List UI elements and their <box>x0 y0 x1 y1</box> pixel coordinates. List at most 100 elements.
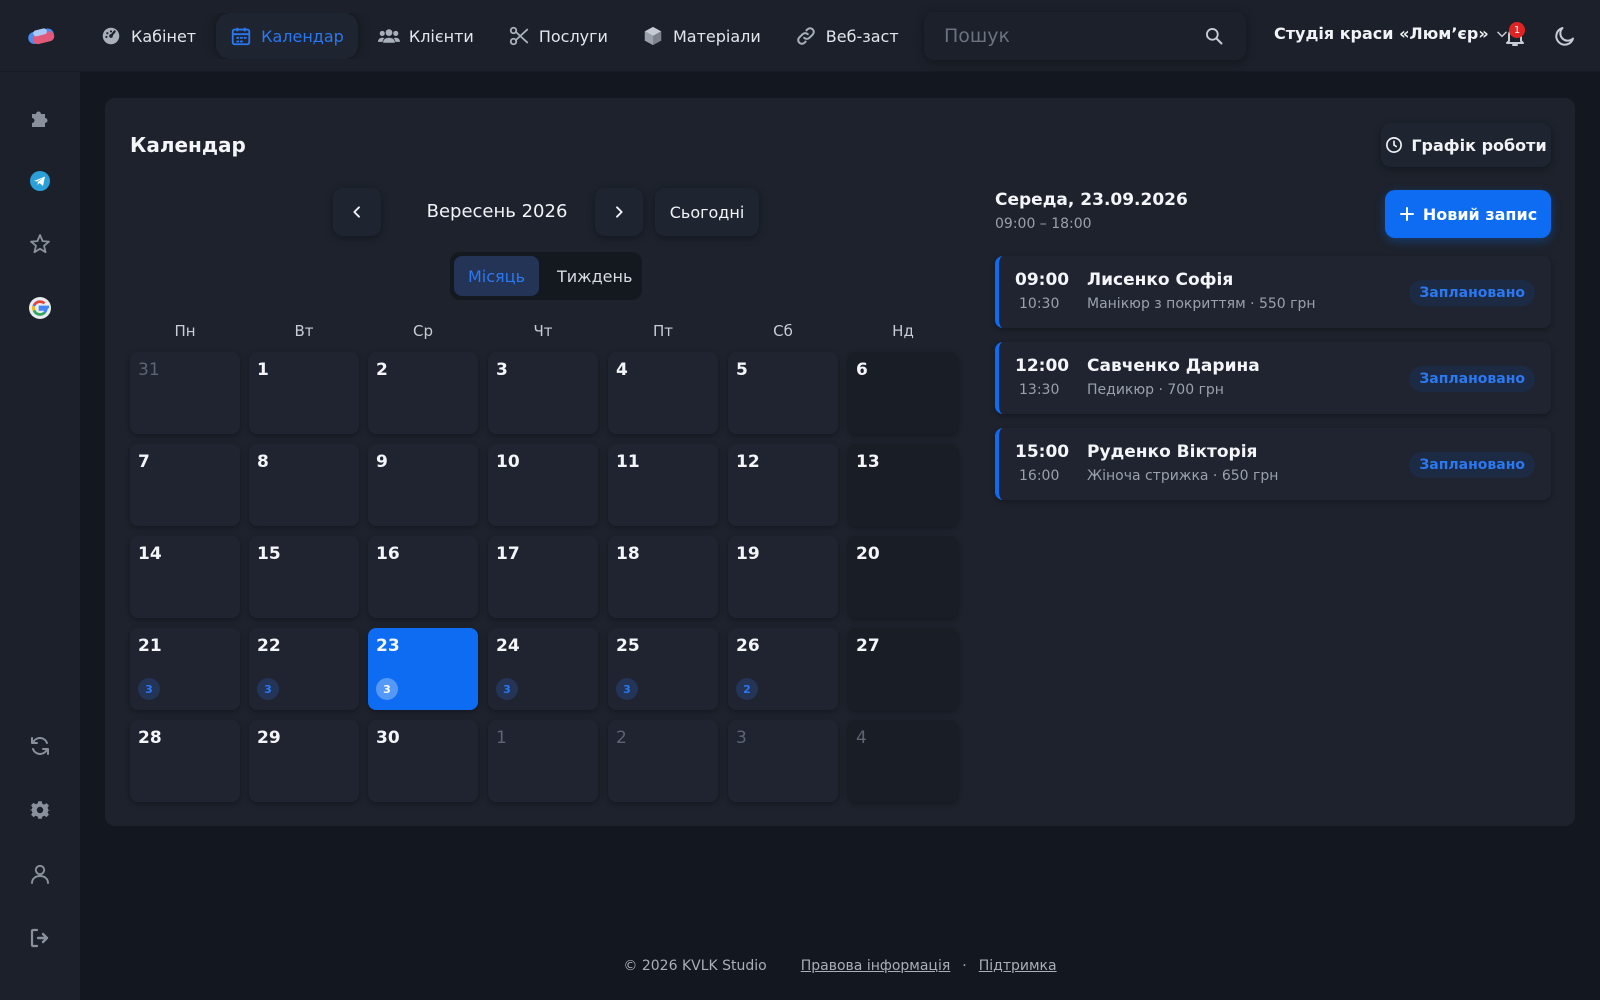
appointment-card[interactable]: 15:00 16:00 Руденко Вікторія Жіноча стрижка… <box>995 428 1551 500</box>
day-cell[interactable]: 26 2 <box>728 628 838 710</box>
day-cell[interactable]: 2 <box>608 720 718 802</box>
day-number: 11 <box>616 452 640 472</box>
day-cell[interactable]: 7 <box>130 444 240 526</box>
logout-icon[interactable] <box>28 926 52 950</box>
appointment-start-time: 12:00 <box>1015 356 1070 376</box>
star-icon[interactable] <box>28 232 52 256</box>
appointment-client-name: Лисенко Софія <box>1087 270 1234 290</box>
day-cell[interactable]: 28 <box>130 720 240 802</box>
day-cell[interactable]: 5 <box>728 352 838 434</box>
day-cell[interactable]: 18 <box>608 536 718 618</box>
plus-icon <box>1399 207 1414 221</box>
nav-item-services[interactable]: Послуги <box>494 13 622 59</box>
day-cell[interactable]: 19 <box>728 536 838 618</box>
nav-item-calendar[interactable]: Календар <box>216 13 358 59</box>
day-number: 16 <box>376 544 400 564</box>
telegram-icon[interactable] <box>28 169 52 193</box>
day-cell[interactable]: 9 <box>368 444 478 526</box>
appointment-count-badge: 3 <box>616 678 638 700</box>
nav-item-widget[interactable]: Веб-заст <box>781 13 913 59</box>
nav-label: Матеріали <box>672 26 761 46</box>
settings-icon[interactable] <box>28 798 52 822</box>
day-cell-selected[interactable]: 23 3 <box>368 628 478 710</box>
selected-day-hours: 09:00 – 18:00 <box>995 216 1092 232</box>
day-number: 28 <box>138 728 162 748</box>
day-number: 14 <box>138 544 162 564</box>
nav-item-clients[interactable]: Клієнти <box>364 13 488 59</box>
day-number: 17 <box>496 544 520 564</box>
day-cell[interactable]: 2 <box>368 352 478 434</box>
nav-item-materials[interactable]: Матеріали <box>628 13 775 59</box>
new-appointment-button[interactable]: Новий запис <box>1385 190 1551 238</box>
weekday-header: Пт <box>652 322 674 340</box>
day-number: 3 <box>496 360 508 380</box>
moon-icon[interactable] <box>1553 24 1577 48</box>
view-week-option[interactable]: Тиждень <box>543 256 646 296</box>
day-cell[interactable]: 10 <box>488 444 598 526</box>
day-number: 20 <box>856 544 880 564</box>
day-number: 12 <box>736 452 760 472</box>
google-icon[interactable] <box>28 296 52 320</box>
appointment-card[interactable]: 09:00 10:30 Лисенко Софія Манікюр з покритт… <box>995 256 1551 328</box>
day-cell[interactable]: 27 <box>848 628 958 710</box>
nav-item-dashboard[interactable]: Кабінет <box>86 13 210 59</box>
prev-month-button[interactable] <box>333 188 381 236</box>
day-cell[interactable]: 14 <box>130 536 240 618</box>
day-cell[interactable]: 4 <box>608 352 718 434</box>
weekday-header: Вт <box>294 322 314 340</box>
today-button[interactable]: Сьогодні <box>655 188 759 236</box>
appointment-client-name: Руденко Вікторія <box>1087 442 1258 462</box>
puzzle-icon[interactable] <box>28 106 52 130</box>
status-badge: Заплановано <box>1409 366 1535 392</box>
day-cell[interactable]: 3 <box>728 720 838 802</box>
app-logo[interactable] <box>26 24 58 48</box>
appointment-end-time: 13:30 <box>1019 382 1060 398</box>
day-cell[interactable]: 30 <box>368 720 478 802</box>
refresh-icon[interactable] <box>28 734 52 758</box>
day-cell[interactable]: 15 <box>249 536 359 618</box>
studio-selector[interactable]: Студія краси «Люм’єр» <box>1274 24 1509 43</box>
day-cell[interactable]: 4 <box>848 720 958 802</box>
day-cell[interactable]: 29 <box>249 720 359 802</box>
day-number: 26 <box>736 636 760 656</box>
day-cell[interactable]: 1 <box>249 352 359 434</box>
search-input[interactable] <box>924 25 1204 47</box>
day-cell[interactable]: 31 <box>130 352 240 434</box>
day-cell[interactable]: 12 <box>728 444 838 526</box>
day-number: 25 <box>616 636 640 656</box>
profile-icon[interactable] <box>28 862 52 886</box>
day-cell[interactable]: 25 3 <box>608 628 718 710</box>
selected-day-title: Середа, 23.09.2026 <box>995 190 1188 210</box>
day-cell[interactable]: 16 <box>368 536 478 618</box>
day-number: 30 <box>376 728 400 748</box>
day-cell[interactable]: 20 <box>848 536 958 618</box>
status-badge: Заплановано <box>1409 280 1535 306</box>
day-number: 2 <box>616 728 627 748</box>
day-cell[interactable]: 1 <box>488 720 598 802</box>
appointment-card[interactable]: 12:00 13:30 Савченко Дарина Педикюр · 700 г… <box>995 342 1551 414</box>
day-cell[interactable]: 24 3 <box>488 628 598 710</box>
day-number: 18 <box>616 544 640 564</box>
day-number: 4 <box>616 360 628 380</box>
legal-link[interactable]: Правова інформація <box>801 958 951 974</box>
appointment-end-time: 16:00 <box>1019 468 1060 484</box>
work-schedule-label: Графік роботи <box>1411 135 1547 155</box>
day-cell[interactable]: 22 3 <box>249 628 359 710</box>
day-cell[interactable]: 21 3 <box>130 628 240 710</box>
footer: © 2026 KVLK Studio Правова інформація · … <box>80 958 1600 974</box>
day-cell[interactable]: 13 <box>848 444 958 526</box>
day-cell[interactable]: 11 <box>608 444 718 526</box>
next-month-button[interactable] <box>595 188 643 236</box>
day-number: 23 <box>376 636 400 656</box>
support-link[interactable]: Підтримка <box>979 958 1057 974</box>
search-icon[interactable] <box>1204 26 1224 46</box>
main-nav: Кабінет Календар Клієнти Послуги Матеріа… <box>86 13 926 59</box>
work-schedule-button[interactable]: Графік роботи <box>1381 123 1551 167</box>
view-month-option[interactable]: Місяць <box>454 256 539 296</box>
day-cell[interactable]: 8 <box>249 444 359 526</box>
day-number: 31 <box>138 360 160 380</box>
nav-label: Послуги <box>538 26 608 46</box>
day-cell[interactable]: 17 <box>488 536 598 618</box>
day-cell[interactable]: 6 <box>848 352 958 434</box>
day-cell[interactable]: 3 <box>488 352 598 434</box>
